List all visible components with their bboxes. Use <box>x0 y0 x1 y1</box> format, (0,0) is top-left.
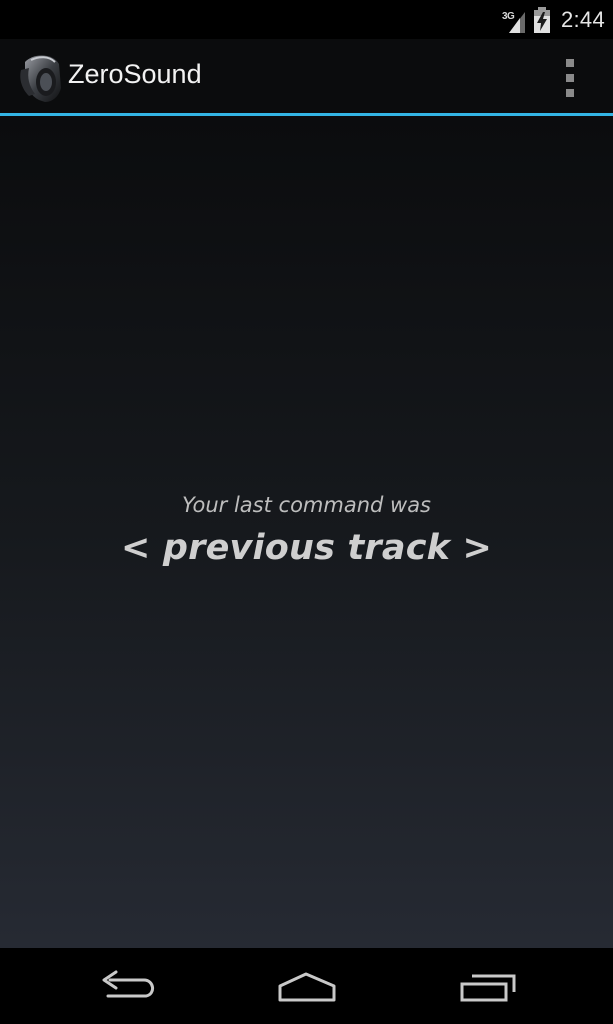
overflow-menu-icon[interactable] <box>557 59 583 97</box>
last-command-caption: Your last command was <box>181 493 432 517</box>
signal-indicator: 3G <box>502 6 527 34</box>
home-button[interactable] <box>268 966 348 1008</box>
navigation-bar <box>0 948 613 1024</box>
clock: 2:44 <box>560 6 605 32</box>
status-bar: 3G 2:44 <box>0 0 613 39</box>
headphones-app-icon[interactable] <box>17 52 63 104</box>
home-icon <box>278 972 336 1002</box>
app-title: ZeroSound <box>68 59 202 89</box>
action-bar: ZeroSound <box>0 39 613 113</box>
status-indicators: 3G 2:44 <box>502 0 605 39</box>
cell-signal-icon <box>508 11 525 33</box>
screen: 3G 2:44 ZeroSound Your last command was … <box>0 0 613 1024</box>
back-icon <box>102 970 154 998</box>
overflow-dot <box>566 59 574 67</box>
overflow-dot <box>566 74 574 82</box>
overflow-dot <box>566 89 574 97</box>
back-button[interactable] <box>88 966 168 1008</box>
battery-charging-icon <box>533 6 550 33</box>
recent-apps-button[interactable] <box>448 966 528 1008</box>
recent-apps-icon <box>460 974 516 1002</box>
last-command-value: < previous track > <box>120 528 493 568</box>
main-content: Your last command was < previous track > <box>0 116 613 948</box>
